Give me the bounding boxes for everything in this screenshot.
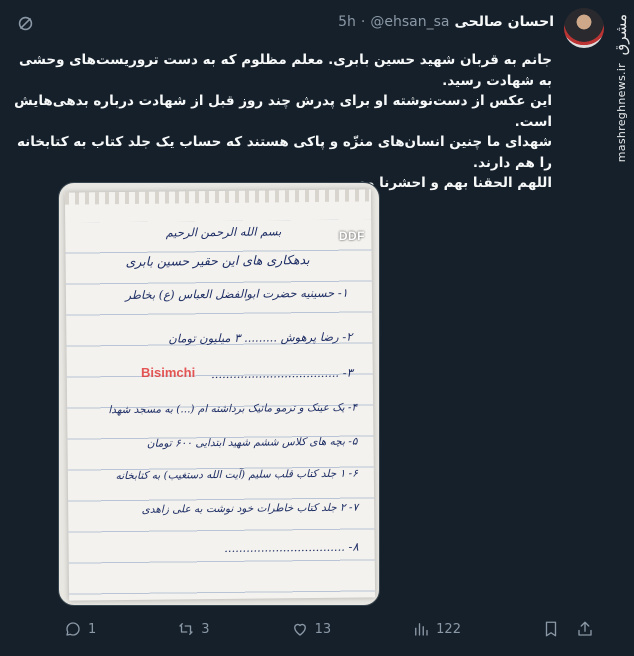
note-line: ۲- رضا پرهوش ......... ۳ میلیون تومان	[168, 329, 353, 346]
heart-icon	[293, 623, 306, 636]
tweet-text-line: جانم به قربان شهید حسین بابری. معلم مظلو…	[18, 52, 552, 89]
author-name[interactable]: احسان صالحی	[454, 14, 554, 30]
retweet-count: 3	[201, 621, 210, 637]
like-count: 13	[314, 621, 332, 637]
tweet-text: جانم به قربان شهید حسین بابری. معلم مظلو…	[8, 50, 604, 194]
note-line: ۶- ۱ جلد کتاب قلب سلیم (آیت الله دستغیب)…	[115, 467, 358, 483]
grok-icon[interactable]	[16, 14, 34, 32]
note-line: ۱- حسینیه حضرت ابوالفضل العباس (ع) بخاطر	[125, 285, 349, 302]
bookmark-icon	[545, 621, 557, 637]
tweet-header: احسان صالحی @ehsan_sa · 5h	[8, 8, 604, 56]
action-right-group	[542, 620, 594, 638]
tweet-text-line: این عکس از دست‌نوشته او برای پدرش چند رو…	[14, 93, 552, 130]
note-line: ۸- .................................	[224, 539, 359, 555]
note-line: ۷- ۲ جلد کتاب خاطرات خود نوشت به علی زاه…	[141, 501, 359, 516]
note-line: ۵- بچه های کلاس ششم شهید ابتدایی ۶۰۰ توم…	[146, 435, 358, 450]
handwritten-note: بسم الله الرحمن الرحیم بدهکاری های این ح…	[64, 189, 376, 601]
mashregh-logo: مشرق	[612, 14, 630, 56]
views-icon	[415, 623, 428, 636]
reply-button[interactable]: 1	[64, 620, 96, 638]
reply-icon	[66, 622, 80, 636]
notebook-spiral	[64, 189, 371, 205]
author-line: احسان صالحی @ehsan_sa · 5h	[8, 8, 554, 32]
retweet-icon	[179, 623, 193, 635]
avatar[interactable]	[564, 8, 604, 48]
tweet-text-line: شهدای ما چنین انسان‌های منزّه و پاکی هست…	[16, 134, 552, 171]
note-line: بسم الله الرحمن الرحیم	[165, 224, 282, 240]
author-handle[interactable]: @ehsan_sa	[370, 14, 449, 30]
tweet[interactable]: احسان صالحی @ehsan_sa · 5h جانم به قربان…	[8, 8, 604, 194]
share-icon	[578, 621, 592, 636]
bookmark-button[interactable]	[542, 620, 560, 638]
tweet-media-image[interactable]: بسم الله الرحمن الرحیم بدهکاری های این ح…	[58, 182, 380, 606]
like-button[interactable]: 13	[291, 620, 332, 638]
retweet-button[interactable]: 3	[177, 620, 210, 638]
mashregh-url: mashreghnews.ir	[614, 63, 628, 163]
separator-dot: ·	[360, 14, 366, 30]
views-button[interactable]: 122	[412, 620, 461, 638]
ddf-watermark: DDF	[338, 229, 365, 243]
share-button[interactable]	[576, 620, 594, 638]
reply-count: 1	[88, 621, 97, 637]
tweet-actions: 1 3 13 122	[64, 620, 594, 638]
side-watermark: مشرق mashreghnews.ir	[608, 0, 634, 656]
tweet-time[interactable]: 5h	[338, 14, 356, 30]
bisimchi-watermark: Bisimchi	[141, 365, 196, 380]
views-count: 122	[436, 621, 461, 637]
note-line: بدهکاری های این حقیر حسین بابری	[125, 252, 310, 269]
note-line: ۳- ...................................	[211, 365, 353, 382]
